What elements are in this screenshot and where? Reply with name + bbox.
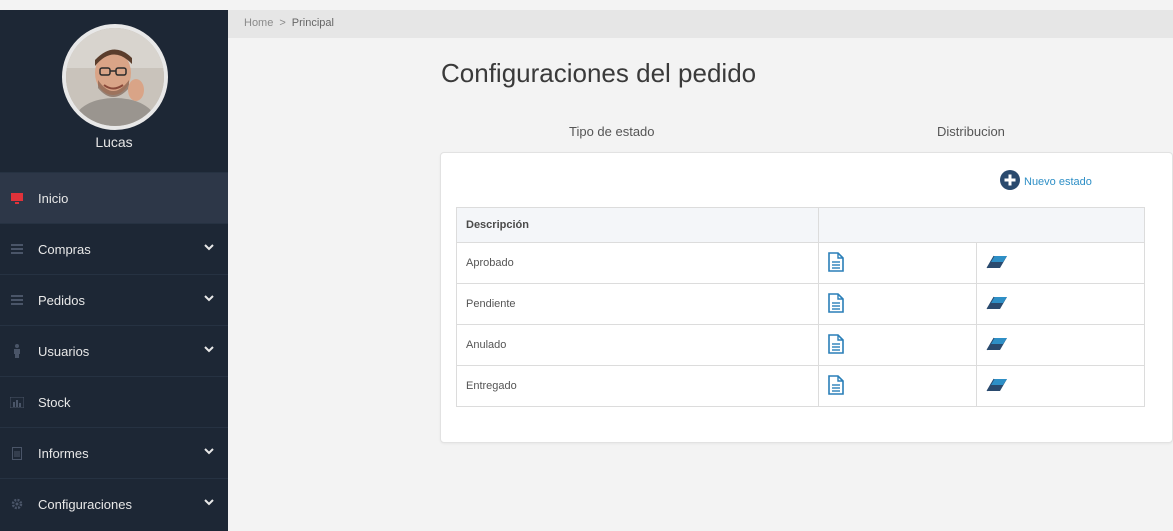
edit-cell <box>818 324 977 366</box>
column-header-actions <box>818 207 1145 243</box>
delete-cell <box>976 324 1145 366</box>
states-table: Descripción Aprobado Pendiente Anulado E… <box>456 207 1145 407</box>
sidebar-item-informes[interactable]: Informes <box>0 427 228 478</box>
plus-circle-icon <box>1000 170 1020 190</box>
state-description: Aprobado <box>456 242 819 284</box>
tabs: Tipo de estado Distribucion <box>441 118 1172 150</box>
chevron-down-icon <box>204 295 214 302</box>
chevron-down-icon <box>204 346 214 353</box>
sidebar-item-label: Inicio <box>38 190 69 206</box>
state-description: Anulado <box>456 324 819 366</box>
sidebar: Lucas Inicio Compras Pedidos Usuarios St… <box>0 10 228 531</box>
sidebar-item-label: Pedidos <box>38 292 85 308</box>
edit-document-icon[interactable] <box>828 374 844 398</box>
sidebar-item-pedidos[interactable]: Pedidos <box>0 274 228 325</box>
delete-cell <box>976 242 1145 284</box>
sidebar-item-stock[interactable]: Stock <box>0 376 228 427</box>
top-bar: Home > Principal <box>228 10 1173 38</box>
document-icon <box>10 446 24 460</box>
page-title: Configuraciones del pedido <box>441 58 757 88</box>
profile-section: Lucas <box>0 10 228 172</box>
list-icon <box>10 242 24 256</box>
breadcrumb-home[interactable]: Home <box>244 17 273 29</box>
chevron-down-icon <box>204 499 214 506</box>
eraser-icon[interactable] <box>986 296 1008 313</box>
sidebar-item-usuarios[interactable]: Usuarios <box>0 325 228 376</box>
tab-distribucion[interactable]: Distribucion <box>937 124 1005 139</box>
list-icon <box>10 293 24 307</box>
avatar[interactable] <box>62 24 168 130</box>
monitor-icon <box>10 191 24 205</box>
states-panel: Nuevo estado Descripción Aprobado Pendie… <box>440 152 1173 443</box>
breadcrumb: Home > Principal <box>244 17 334 29</box>
eraser-icon[interactable] <box>986 378 1008 395</box>
breadcrumb-current: Principal <box>291 17 334 29</box>
sidebar-item-label: Usuarios <box>38 343 90 359</box>
sidebar-item-label: Configuraciones <box>38 496 132 512</box>
delete-cell <box>976 283 1145 325</box>
sidebar-item-label: Informes <box>38 445 89 461</box>
state-description: Pendiente <box>456 283 819 325</box>
user-icon <box>10 344 24 358</box>
new-state-button[interactable]: Nuevo estado <box>1000 170 1092 190</box>
column-header-descripcion: Descripción <box>456 207 819 243</box>
sidebar-item-label: Compras <box>38 241 91 257</box>
table-row: Anulado <box>456 324 1145 366</box>
table-header-row: Descripción <box>456 207 1145 243</box>
edit-cell <box>818 283 977 325</box>
gear-icon <box>10 497 24 511</box>
delete-cell <box>976 365 1145 407</box>
table-row: Pendiente <box>456 283 1145 325</box>
edit-document-icon[interactable] <box>828 292 844 316</box>
eraser-icon[interactable] <box>986 337 1008 354</box>
chevron-down-icon <box>204 448 214 455</box>
edit-cell <box>818 365 977 407</box>
sidebar-item-compras[interactable]: Compras <box>0 223 228 274</box>
edit-document-icon[interactable] <box>828 251 844 275</box>
new-state-label: Nuevo estado <box>1024 176 1092 188</box>
table-row: Entregado <box>456 365 1145 407</box>
edit-document-icon[interactable] <box>828 333 844 357</box>
edit-cell <box>818 242 977 284</box>
sidebar-item-label: Stock <box>38 394 71 410</box>
table-row: Aprobado <box>456 242 1145 284</box>
eraser-icon[interactable] <box>986 255 1008 272</box>
tab-tipo-de-estado[interactable]: Tipo de estado <box>569 124 655 139</box>
chevron-down-icon <box>204 244 214 251</box>
chart-icon <box>10 395 24 409</box>
state-description: Entregado <box>456 365 819 407</box>
sidebar-item-configuraciones[interactable]: Configuraciones <box>0 478 228 529</box>
username: Lucas <box>95 134 133 150</box>
breadcrumb-separator: > <box>279 17 286 29</box>
sidebar-item-inicio[interactable]: Inicio <box>0 172 228 223</box>
